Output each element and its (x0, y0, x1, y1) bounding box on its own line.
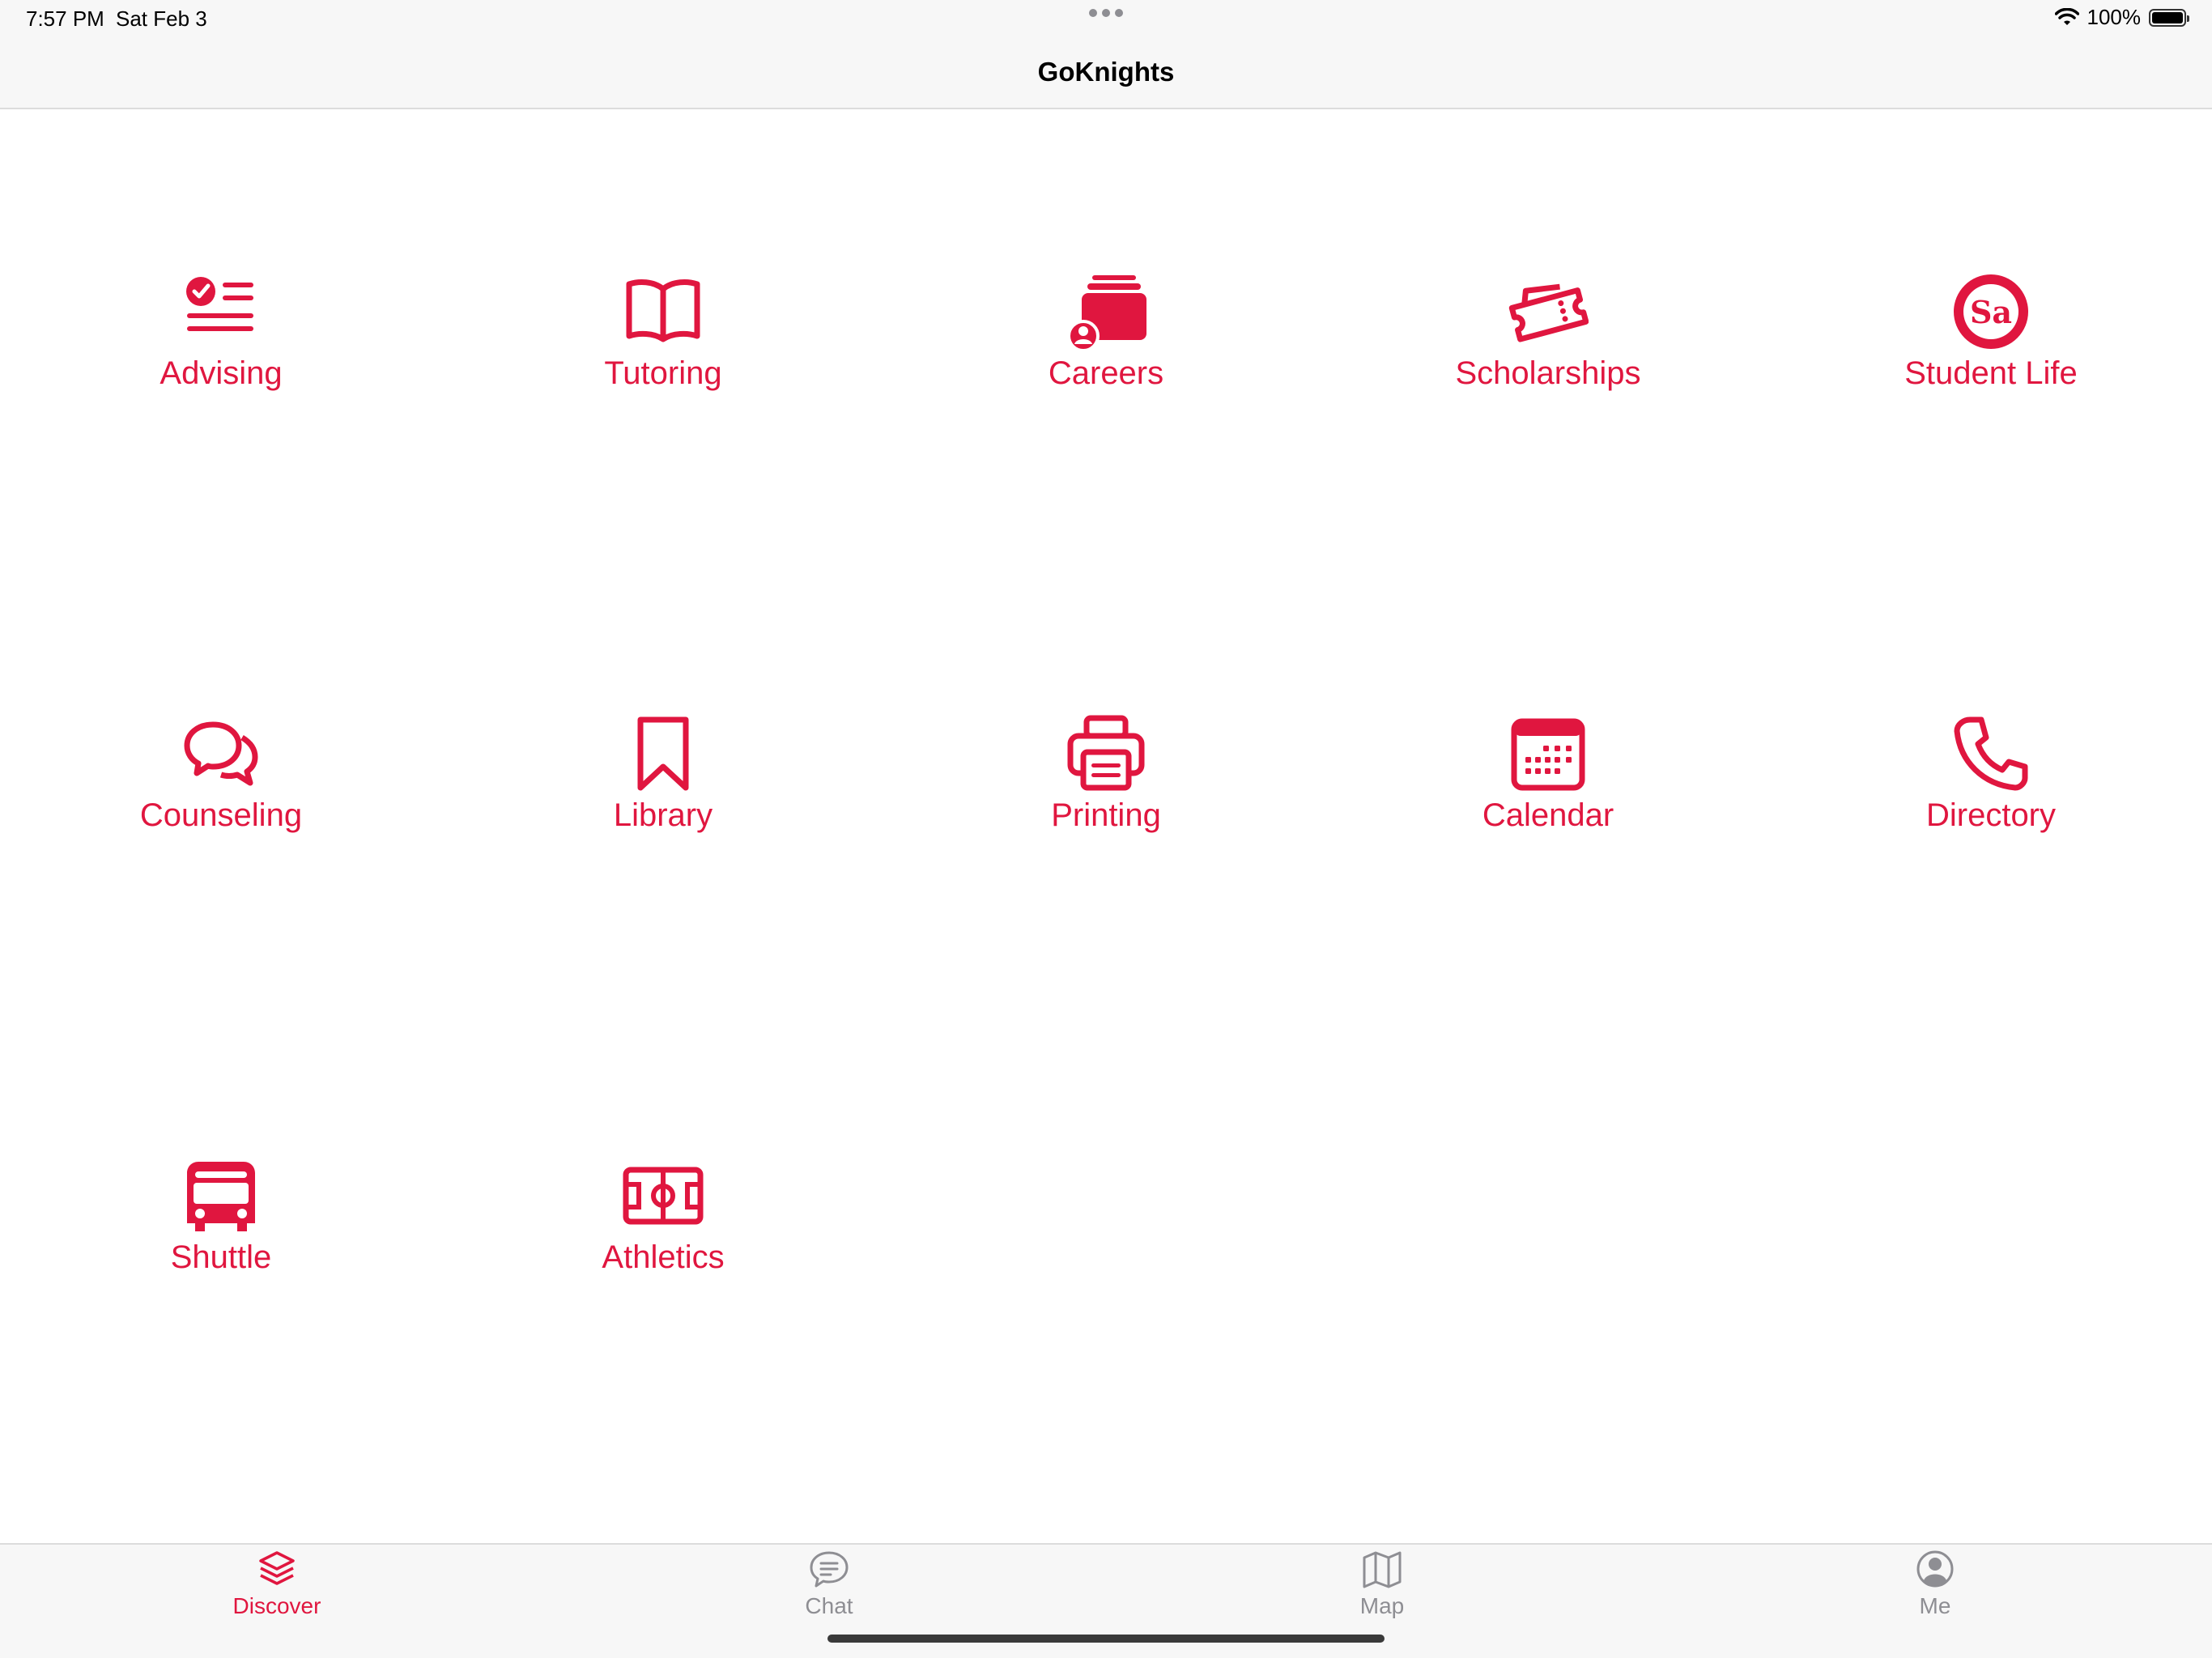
checklist-icon (186, 277, 253, 331)
status-bar: 7:57 PM Sat Feb 3 100% (0, 0, 2212, 40)
status-indicators: 100% (2054, 5, 2189, 30)
tile-label: Calendar (1482, 797, 1614, 833)
svg-text:Sa: Sa (1970, 294, 2012, 330)
status-time: 7:57 PM (26, 6, 104, 31)
bookmark-icon (637, 716, 689, 791)
tile-label: Printing (1051, 797, 1161, 833)
tab-label: Me (1919, 1593, 1951, 1618)
tile-student-life[interactable]: Sa Student Life (1821, 271, 2161, 433)
home-indicator[interactable] (827, 1635, 1385, 1643)
tile-label: Tutoring (604, 355, 722, 391)
phone-icon (1954, 716, 2028, 791)
tile-shuttle[interactable]: Shuttle (51, 1155, 391, 1317)
student-activities-logo: Sa (1954, 274, 2028, 349)
tab-label: Map (1359, 1593, 1405, 1618)
navigation-bar: GoKnights (0, 40, 2212, 109)
tile-library[interactable]: Library (493, 713, 833, 875)
chat-bubbles-icon (184, 721, 258, 786)
tile-advising[interactable]: Advising (51, 271, 391, 433)
calendar-icon (1511, 718, 1585, 791)
battery-icon (2149, 8, 2189, 27)
tile-scholarships[interactable]: Scholarships (1378, 271, 1718, 433)
tab-label: Discover (232, 1593, 321, 1618)
tile-careers[interactable]: Careers (936, 271, 1276, 433)
battery-percent: 100% (2087, 5, 2142, 29)
layers-icon (259, 1551, 295, 1585)
tile-label: Student Life (1904, 355, 2078, 391)
tab-me[interactable]: Me (1814, 1548, 2057, 1629)
tile-label: Careers (1048, 355, 1164, 391)
chat-bubble-icon (810, 1551, 849, 1588)
tab-discover[interactable]: Discover (155, 1548, 398, 1629)
tile-directory[interactable]: Directory (1821, 713, 2161, 875)
page-title: GoKnights (1037, 57, 1175, 87)
bus-icon (187, 1162, 255, 1231)
tile-label: Shuttle (170, 1239, 272, 1275)
services-grid: Advising Tutoring Careers Scholarships S… (0, 109, 2212, 1542)
tile-printing[interactable]: Printing (936, 713, 1276, 875)
tile-tutoring[interactable]: Tutoring (493, 271, 833, 433)
tile-counseling[interactable]: Counseling (51, 713, 391, 875)
tile-label: Library (613, 797, 713, 833)
tile-calendar[interactable]: Calendar (1378, 713, 1718, 875)
career-folder-icon (1067, 275, 1146, 352)
tab-label: Chat (805, 1593, 853, 1618)
tile-label: Scholarships (1455, 355, 1641, 391)
tile-athletics[interactable]: Athletics (493, 1155, 833, 1317)
person-circle-icon (1916, 1550, 1954, 1588)
tile-label: Advising (160, 355, 283, 391)
book-icon (626, 279, 700, 342)
field-icon (623, 1167, 704, 1225)
wifi-icon (2054, 7, 2079, 25)
printer-icon (1067, 715, 1145, 791)
ticket-icon (1508, 283, 1589, 342)
tab-chat[interactable]: Chat (708, 1548, 951, 1629)
multitasking-dots-icon[interactable] (1088, 8, 1124, 18)
tile-label: Directory (1925, 797, 2057, 833)
map-icon (1363, 1551, 1402, 1588)
tab-map[interactable]: Map (1261, 1548, 1504, 1629)
tile-label: Counseling (139, 797, 303, 833)
tile-label: Athletics (602, 1239, 725, 1275)
status-date: Sat Feb 3 (116, 6, 207, 31)
